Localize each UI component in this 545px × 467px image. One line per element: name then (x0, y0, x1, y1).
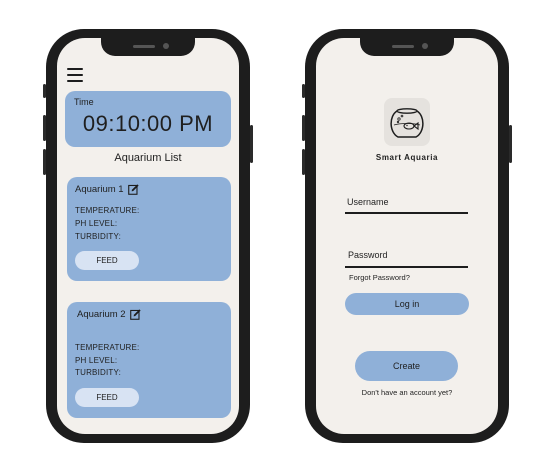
time-value: 09:10:00 PM (82, 111, 214, 136)
password-field[interactable] (345, 266, 468, 268)
time-card: Time 09:10:00 PM (65, 91, 231, 147)
aquarium-name: Aquarium 2 (77, 309, 126, 320)
username-label: Username (347, 197, 389, 207)
speaker (392, 45, 414, 48)
edit-icon[interactable] (127, 184, 139, 195)
password-label: Password (348, 250, 388, 260)
power-button (250, 125, 253, 163)
aquarium-card: Aquarium 2 TEMPERATURE: PH LEVEL: TURBID… (67, 302, 231, 418)
time-label: Time (74, 97, 94, 107)
fishbowl-icon (390, 108, 424, 138)
signup-prompt: Don't have an account yet? (361, 388, 453, 397)
aquarium-list-title: Aquarium List (114, 152, 182, 164)
ph-level-label: PH LEVEL: (75, 356, 118, 365)
username-field[interactable] (345, 212, 468, 214)
temperature-label: TEMPERATURE: (75, 206, 140, 215)
login-button[interactable]: Log in (345, 293, 469, 315)
phone-right: Smart Aquaria Username Password Forgot P… (302, 29, 512, 443)
turbidity-label: TURBIDITY: (75, 368, 122, 377)
feed-button[interactable]: FEED (75, 388, 139, 407)
aquarium-card: Aquarium 1 TEMPERATURE: PH LEVEL: TURBID… (67, 177, 231, 281)
side-button (43, 84, 46, 98)
camera (422, 43, 428, 49)
power-button (509, 125, 512, 163)
side-button (302, 84, 305, 98)
ph-level-label: PH LEVEL: (75, 219, 118, 228)
screen-login: Smart Aquaria Username Password Forgot P… (316, 38, 498, 434)
aquarium-name: Aquarium 1 (75, 184, 124, 195)
create-account-button[interactable]: Create (355, 351, 458, 381)
app-name: Smart Aquaria (375, 153, 439, 162)
phone-left: Time 09:10:00 PM Aquarium List Aquarium … (43, 29, 253, 443)
camera (163, 43, 169, 49)
notch (101, 38, 195, 56)
screen-dashboard: Time 09:10:00 PM Aquarium List Aquarium … (57, 38, 239, 434)
volume-up-button (43, 115, 46, 141)
speaker (133, 45, 155, 48)
aquarium-name-row: Aquarium 1 (75, 184, 139, 195)
notch (360, 38, 454, 56)
forgot-password-link[interactable]: Forgot Password? (349, 273, 410, 282)
edit-icon[interactable] (129, 309, 141, 320)
aquarium-name-row: Aquarium 2 (77, 309, 141, 320)
temperature-label: TEMPERATURE: (75, 343, 140, 352)
volume-down-button (302, 149, 305, 175)
menu-icon[interactable] (67, 68, 83, 86)
feed-button[interactable]: FEED (75, 251, 139, 270)
volume-down-button (43, 149, 46, 175)
app-logo (384, 98, 430, 146)
volume-up-button (302, 115, 305, 141)
turbidity-label: TURBIDITY: (75, 232, 122, 241)
